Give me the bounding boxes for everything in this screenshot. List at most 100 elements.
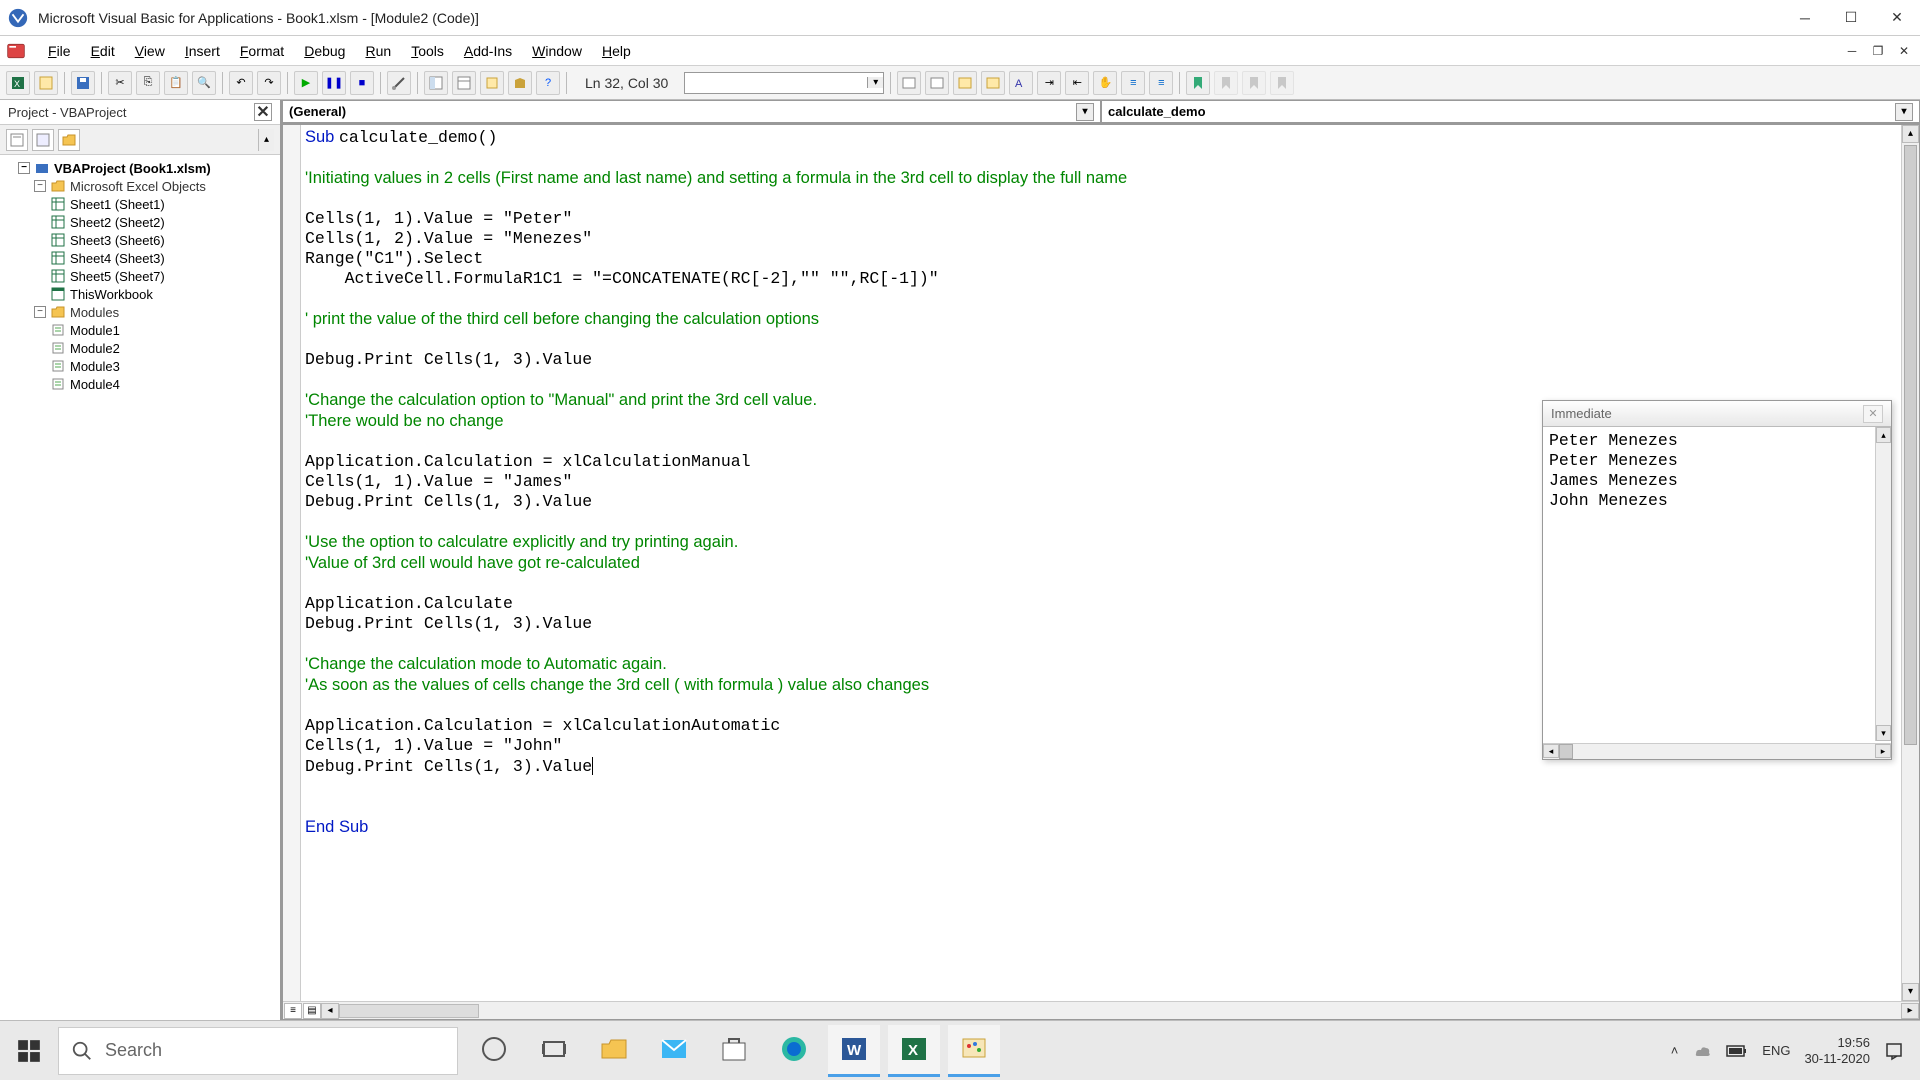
full-module-view-button[interactable]: ▤ [303, 1003, 321, 1019]
modules-folder[interactable]: − Modules [34, 303, 278, 321]
immediate-window[interactable]: Immediate ✕ Peter Menezes Peter Menezes … [1542, 400, 1892, 760]
sheet-node[interactable]: Sheet2 (Sheet2) [50, 213, 278, 231]
copy-button[interactable]: ⎘ [136, 71, 160, 95]
excel-button[interactable]: X [888, 1025, 940, 1077]
module-node[interactable]: Module4 [50, 375, 278, 393]
tray-chevron-icon[interactable]: ˄ [1671, 1043, 1679, 1058]
next-bookmark-button[interactable] [1214, 71, 1238, 95]
bookmark-button[interactable] [1186, 71, 1210, 95]
scroll-down-button[interactable]: ▾ [1902, 983, 1919, 1001]
menu-tools[interactable]: Tools [401, 39, 454, 63]
project-explorer-button[interactable] [424, 71, 448, 95]
indent-button[interactable]: ⇥ [1037, 71, 1061, 95]
redo-button[interactable]: ↷ [257, 71, 281, 95]
store-button[interactable] [708, 1025, 760, 1077]
menu-edit[interactable]: Edit [81, 39, 125, 63]
immediate-horizontal-scrollbar[interactable]: ◂ ▸ [1543, 743, 1891, 759]
clear-bookmarks-button[interactable] [1270, 71, 1294, 95]
minimize-button[interactable]: ─ [1782, 0, 1828, 36]
menu-insert[interactable]: Insert [175, 39, 230, 63]
collapse-icon[interactable]: − [34, 180, 46, 192]
scroll-right-button[interactable]: ▸ [1875, 744, 1891, 758]
help-button[interactable]: ? [536, 71, 560, 95]
extra-button-4[interactable] [981, 71, 1005, 95]
toolbox-button[interactable] [508, 71, 532, 95]
run-button[interactable]: ▶ [294, 71, 318, 95]
module-node[interactable]: Module3 [50, 357, 278, 375]
scroll-left-button[interactable]: ◂ [1543, 744, 1559, 758]
notifications-icon[interactable] [1884, 1041, 1904, 1061]
menu-run[interactable]: Run [355, 39, 401, 63]
properties-button[interactable] [452, 71, 476, 95]
taskbar-search[interactable]: Search [58, 1027, 458, 1075]
menu-help[interactable]: Help [592, 39, 641, 63]
cut-button[interactable]: ✂ [108, 71, 132, 95]
sheet-node[interactable]: Sheet5 (Sheet7) [50, 267, 278, 285]
mdi-minimize-button[interactable]: ─ [1842, 41, 1862, 61]
view-excel-button[interactable]: X [6, 71, 30, 95]
paint-button[interactable] [948, 1025, 1000, 1077]
file-explorer-button[interactable] [588, 1025, 640, 1077]
save-button[interactable] [71, 71, 95, 95]
scroll-down-button[interactable]: ▾ [1876, 725, 1891, 741]
edge-button[interactable] [768, 1025, 820, 1077]
language-indicator[interactable]: ENG [1762, 1043, 1790, 1058]
scroll-track[interactable] [339, 1004, 479, 1018]
hand-button[interactable]: ✋ [1093, 71, 1117, 95]
mdi-close-button[interactable]: ✕ [1894, 41, 1914, 61]
immediate-body[interactable]: Peter Menezes Peter Menezes James Meneze… [1543, 427, 1891, 759]
project-root-node[interactable]: − VBAProject (Book1.xlsm) [18, 159, 278, 177]
maximize-button[interactable]: ☐ [1828, 0, 1874, 36]
procedure-view-button[interactable]: ≡ [284, 1003, 302, 1019]
collapse-icon[interactable]: − [34, 306, 46, 318]
mdi-restore-button[interactable]: ❐ [1868, 41, 1888, 61]
procedure-dropdown[interactable]: calculate_demo ▾ [1101, 100, 1920, 123]
menu-add-ins[interactable]: Add-Ins [454, 39, 522, 63]
project-tree[interactable]: − VBAProject (Book1.xlsm) − Microsoft Ex… [0, 155, 280, 1020]
object-browser-button[interactable] [480, 71, 504, 95]
paste-button[interactable]: 📋 [164, 71, 188, 95]
sheet-node[interactable]: Sheet3 (Sheet6) [50, 231, 278, 249]
insert-button[interactable] [34, 71, 58, 95]
mdi-app-icon[interactable] [4, 39, 28, 63]
module-node[interactable]: Module2 [50, 339, 278, 357]
immediate-close-button[interactable]: ✕ [1863, 405, 1883, 423]
extra-button-5[interactable]: A [1009, 71, 1033, 95]
onedrive-icon[interactable] [1692, 1041, 1712, 1061]
reset-button[interactable]: ■ [350, 71, 374, 95]
clock[interactable]: 19:56 30-11-2020 [1804, 1035, 1870, 1067]
sheet-node[interactable]: Sheet4 (Sheet3) [50, 249, 278, 267]
immediate-header[interactable]: Immediate ✕ [1543, 401, 1891, 427]
project-explorer-close-button[interactable]: ✕ [254, 103, 272, 121]
menu-debug[interactable]: Debug [294, 39, 355, 63]
scroll-up-button[interactable]: ▴ [1876, 427, 1891, 443]
scroll-up-button[interactable]: ▴ [1902, 125, 1919, 143]
sheet-node[interactable]: Sheet1 (Sheet1) [50, 195, 278, 213]
view-object-button[interactable] [32, 129, 54, 151]
extra-button-3[interactable] [953, 71, 977, 95]
menu-file[interactable]: File [38, 39, 81, 63]
prev-bookmark-button[interactable] [1242, 71, 1266, 95]
uncomment-button[interactable]: ≡ [1149, 71, 1173, 95]
word-button[interactable]: W [828, 1025, 880, 1077]
object-dropdown[interactable]: (General) ▾ [282, 100, 1101, 123]
task-view-button[interactable] [528, 1025, 580, 1077]
break-button[interactable]: ❚❚ [322, 71, 346, 95]
mail-button[interactable] [648, 1025, 700, 1077]
project-scroll-up[interactable]: ▴ [258, 129, 274, 151]
design-mode-button[interactable] [387, 71, 411, 95]
menu-format[interactable]: Format [230, 39, 294, 63]
menu-view[interactable]: View [125, 39, 175, 63]
close-button[interactable]: ✕ [1874, 0, 1920, 36]
start-button[interactable] [0, 1022, 58, 1080]
scroll-left-button[interactable]: ◂ [321, 1003, 339, 1019]
scroll-thumb[interactable] [1559, 744, 1573, 759]
undo-button[interactable]: ↶ [229, 71, 253, 95]
cortana-button[interactable] [468, 1025, 520, 1077]
find-button[interactable]: 🔍 [192, 71, 216, 95]
thisworkbook-node[interactable]: ThisWorkbook [50, 285, 278, 303]
comment-button[interactable]: ≡ [1121, 71, 1145, 95]
excel-objects-folder[interactable]: − Microsoft Excel Objects [34, 177, 278, 195]
code-vertical-scrollbar[interactable]: ▴ ▾ [1901, 125, 1919, 1001]
toggle-folders-button[interactable] [58, 129, 80, 151]
